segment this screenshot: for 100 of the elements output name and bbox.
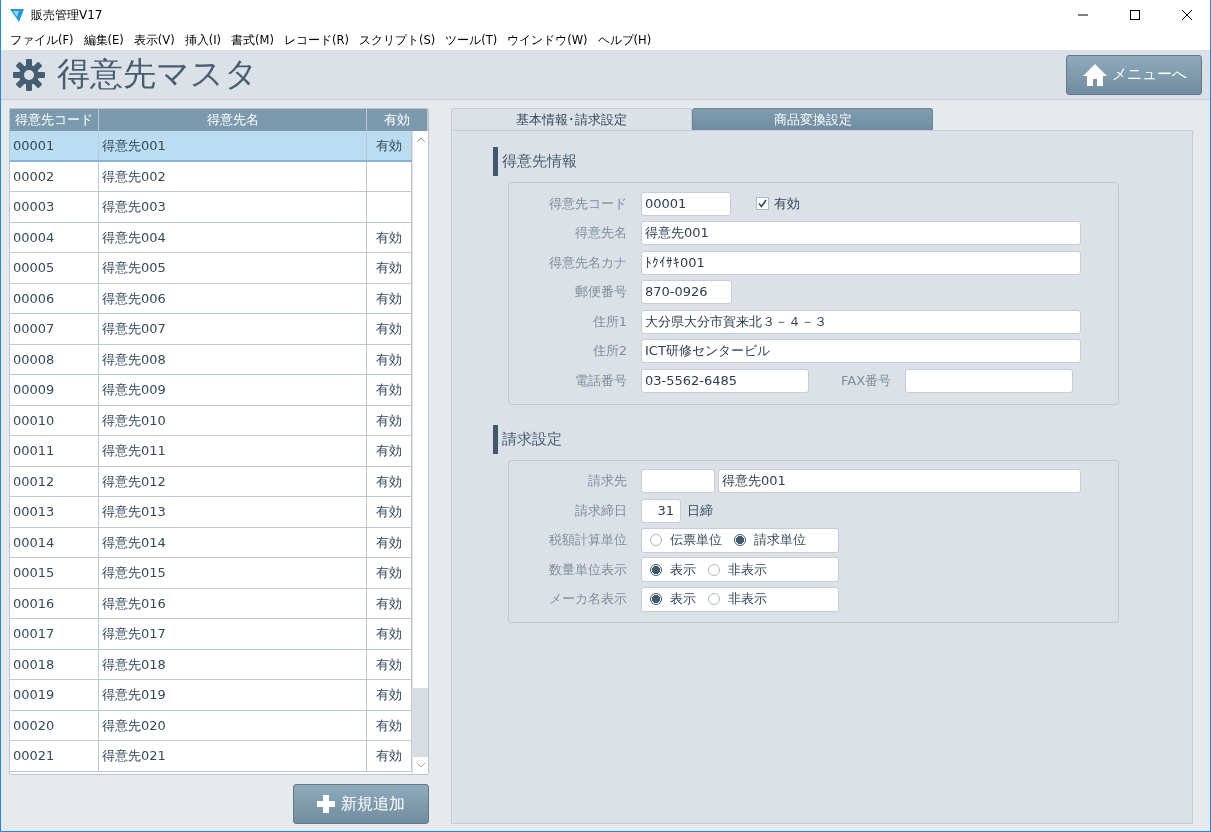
scrollbar-thumb[interactable] bbox=[413, 688, 428, 757]
table-cell: 00015 bbox=[10, 558, 99, 588]
field-label: 数量単位表示 bbox=[548, 560, 627, 579]
table-cell: 有効 bbox=[367, 497, 412, 527]
field-label: 得意先名 bbox=[574, 224, 627, 243]
table-cell: 有効 bbox=[367, 405, 412, 435]
table-cell: 有効 bbox=[367, 741, 412, 771]
table-row[interactable]: 00003 得意先003 bbox=[10, 192, 412, 223]
menu-item[interactable]: ヘルプ(H) bbox=[592, 32, 657, 48]
gear-icon bbox=[11, 56, 47, 93]
table-cell: 得意先013 bbox=[99, 497, 367, 527]
table-cell: 00009 bbox=[10, 375, 99, 405]
input-field[interactable]: 得意先001 bbox=[718, 469, 1081, 494]
table-row[interactable]: 00007 得意先007 有効 bbox=[10, 314, 412, 345]
table-cell: 00013 bbox=[10, 497, 99, 527]
table-cell: 00011 bbox=[10, 436, 99, 466]
menu-item[interactable]: スクリプト(S) bbox=[353, 32, 441, 48]
table-cell: 有効 bbox=[367, 710, 412, 740]
table-row[interactable]: 00006 得意先006 有効 bbox=[10, 283, 412, 314]
table-row[interactable]: 00020 得意先020 有効 bbox=[10, 710, 412, 741]
radio-button[interactable] bbox=[650, 534, 662, 547]
radio-label: 請求単位 bbox=[754, 531, 806, 550]
tab[interactable]: 基本情報･請求設定 bbox=[451, 108, 692, 130]
table-row[interactable]: 00019 得意先019 有効 bbox=[10, 680, 412, 711]
table-row[interactable]: 00014 得意先014 有効 bbox=[10, 527, 412, 558]
input-field[interactable]: 00001 bbox=[641, 191, 731, 216]
menu-item[interactable]: レコード(R) bbox=[278, 32, 354, 48]
table-cell: 得意先020 bbox=[99, 710, 367, 740]
table-row[interactable]: 00002 得意先002 bbox=[10, 161, 412, 192]
table-cell: 00003 bbox=[10, 192, 99, 222]
table-cell: 得意先007 bbox=[99, 314, 367, 344]
table-row[interactable]: 00012 得意先012 有効 bbox=[10, 466, 412, 497]
menu-item[interactable]: ウインドウ(W) bbox=[502, 32, 593, 48]
table-row[interactable]: 00008 得意先008 有効 bbox=[10, 344, 412, 375]
table-cell: 00007 bbox=[10, 314, 99, 344]
radio-button[interactable] bbox=[650, 563, 662, 576]
input-field[interactable] bbox=[905, 368, 1074, 393]
table-cell: 有効 bbox=[367, 588, 412, 618]
table-row[interactable]: 00015 得意先015 有効 bbox=[10, 558, 412, 589]
input-field[interactable]: ICT研修センタービル bbox=[641, 339, 1081, 364]
table-row[interactable]: 00013 得意先013 有効 bbox=[10, 497, 412, 528]
menu-item[interactable]: 挿入(I) bbox=[179, 32, 227, 48]
section-title: 請求設定 bbox=[493, 424, 1119, 454]
table-cell: 有効 bbox=[367, 527, 412, 557]
table-row[interactable]: 00016 得意先016 有効 bbox=[10, 588, 412, 619]
app-icon bbox=[9, 7, 25, 23]
checkbox[interactable] bbox=[756, 197, 769, 211]
scroll-up-icon[interactable] bbox=[416, 137, 425, 142]
menu-item[interactable]: 書式(M) bbox=[226, 32, 279, 48]
input-field[interactable]: 31 bbox=[641, 498, 681, 523]
menu-item[interactable]: 編集(E) bbox=[78, 32, 129, 48]
maximize-icon[interactable] bbox=[1130, 10, 1140, 20]
table-cell: 得意先019 bbox=[99, 680, 367, 710]
table-row[interactable]: 00011 得意先011 有効 bbox=[10, 436, 412, 467]
table-cell: 得意先008 bbox=[99, 344, 367, 374]
radio-button[interactable] bbox=[708, 563, 720, 576]
table-cell: 00016 bbox=[10, 588, 99, 618]
field-label: 電話番号 bbox=[574, 371, 627, 390]
radio-button[interactable] bbox=[650, 593, 662, 606]
field-label: 得意先名カナ bbox=[548, 253, 627, 272]
table-cell: 得意先001 bbox=[99, 131, 367, 160]
input-field[interactable]: 03-5562-6485 bbox=[641, 368, 809, 393]
input-field[interactable]: ﾄｸｲｻｷ001 bbox=[641, 250, 1081, 275]
table-cell: 有効 bbox=[367, 558, 412, 588]
field-label: 郵便番号 bbox=[574, 283, 627, 302]
radio-button[interactable] bbox=[708, 593, 720, 606]
input-field[interactable]: 870-0926 bbox=[641, 280, 732, 305]
field-label: 請求締日 bbox=[574, 501, 627, 520]
menu-item[interactable]: ファイル(F) bbox=[5, 32, 79, 48]
table-row[interactable]: 00021 得意先021 有効 bbox=[10, 741, 412, 772]
table-cell: 00006 bbox=[10, 283, 99, 313]
table-cell: 有効 bbox=[367, 466, 412, 496]
table-row[interactable]: 00001 得意先001 有効 bbox=[10, 131, 412, 162]
menu-item[interactable]: ツール(T) bbox=[440, 32, 503, 48]
table-cell: 00001 bbox=[10, 131, 99, 160]
table-cell: 00005 bbox=[10, 253, 99, 283]
table-row[interactable]: 00017 得意先017 有効 bbox=[10, 619, 412, 650]
table-cell: 得意先004 bbox=[99, 222, 367, 252]
input-field[interactable]: 得意先001 bbox=[641, 221, 1081, 246]
table-cell: 00004 bbox=[10, 222, 99, 252]
field-label: FAX番号 bbox=[841, 371, 892, 390]
table-cell: 有効 bbox=[367, 375, 412, 405]
close-icon[interactable] bbox=[1182, 10, 1192, 20]
table-cell: 00018 bbox=[10, 649, 99, 679]
table-row[interactable]: 00009 得意先009 有効 bbox=[10, 375, 412, 406]
input-field[interactable] bbox=[641, 469, 715, 494]
table-cell: 得意先010 bbox=[99, 405, 367, 435]
field-label: 税額計算単位 bbox=[548, 531, 627, 550]
table-cell: 得意先018 bbox=[99, 649, 367, 679]
menu-item[interactable]: 表示(V) bbox=[128, 32, 180, 48]
table-row[interactable]: 00004 得意先004 有効 bbox=[10, 222, 412, 253]
table-row[interactable]: 00010 得意先010 有効 bbox=[10, 405, 412, 436]
input-field[interactable]: 大分県大分市賀来北３－４－３ bbox=[641, 309, 1081, 334]
radio-label: 表示 bbox=[670, 590, 696, 609]
table-row[interactable]: 00018 得意先018 有効 bbox=[10, 649, 412, 680]
scroll-down-icon[interactable] bbox=[416, 763, 425, 768]
table-row[interactable]: 00005 得意先005 有効 bbox=[10, 253, 412, 284]
table-cell: 有効 bbox=[367, 283, 412, 313]
radio-button[interactable] bbox=[734, 534, 746, 547]
field-label: 住所2 bbox=[591, 342, 627, 361]
